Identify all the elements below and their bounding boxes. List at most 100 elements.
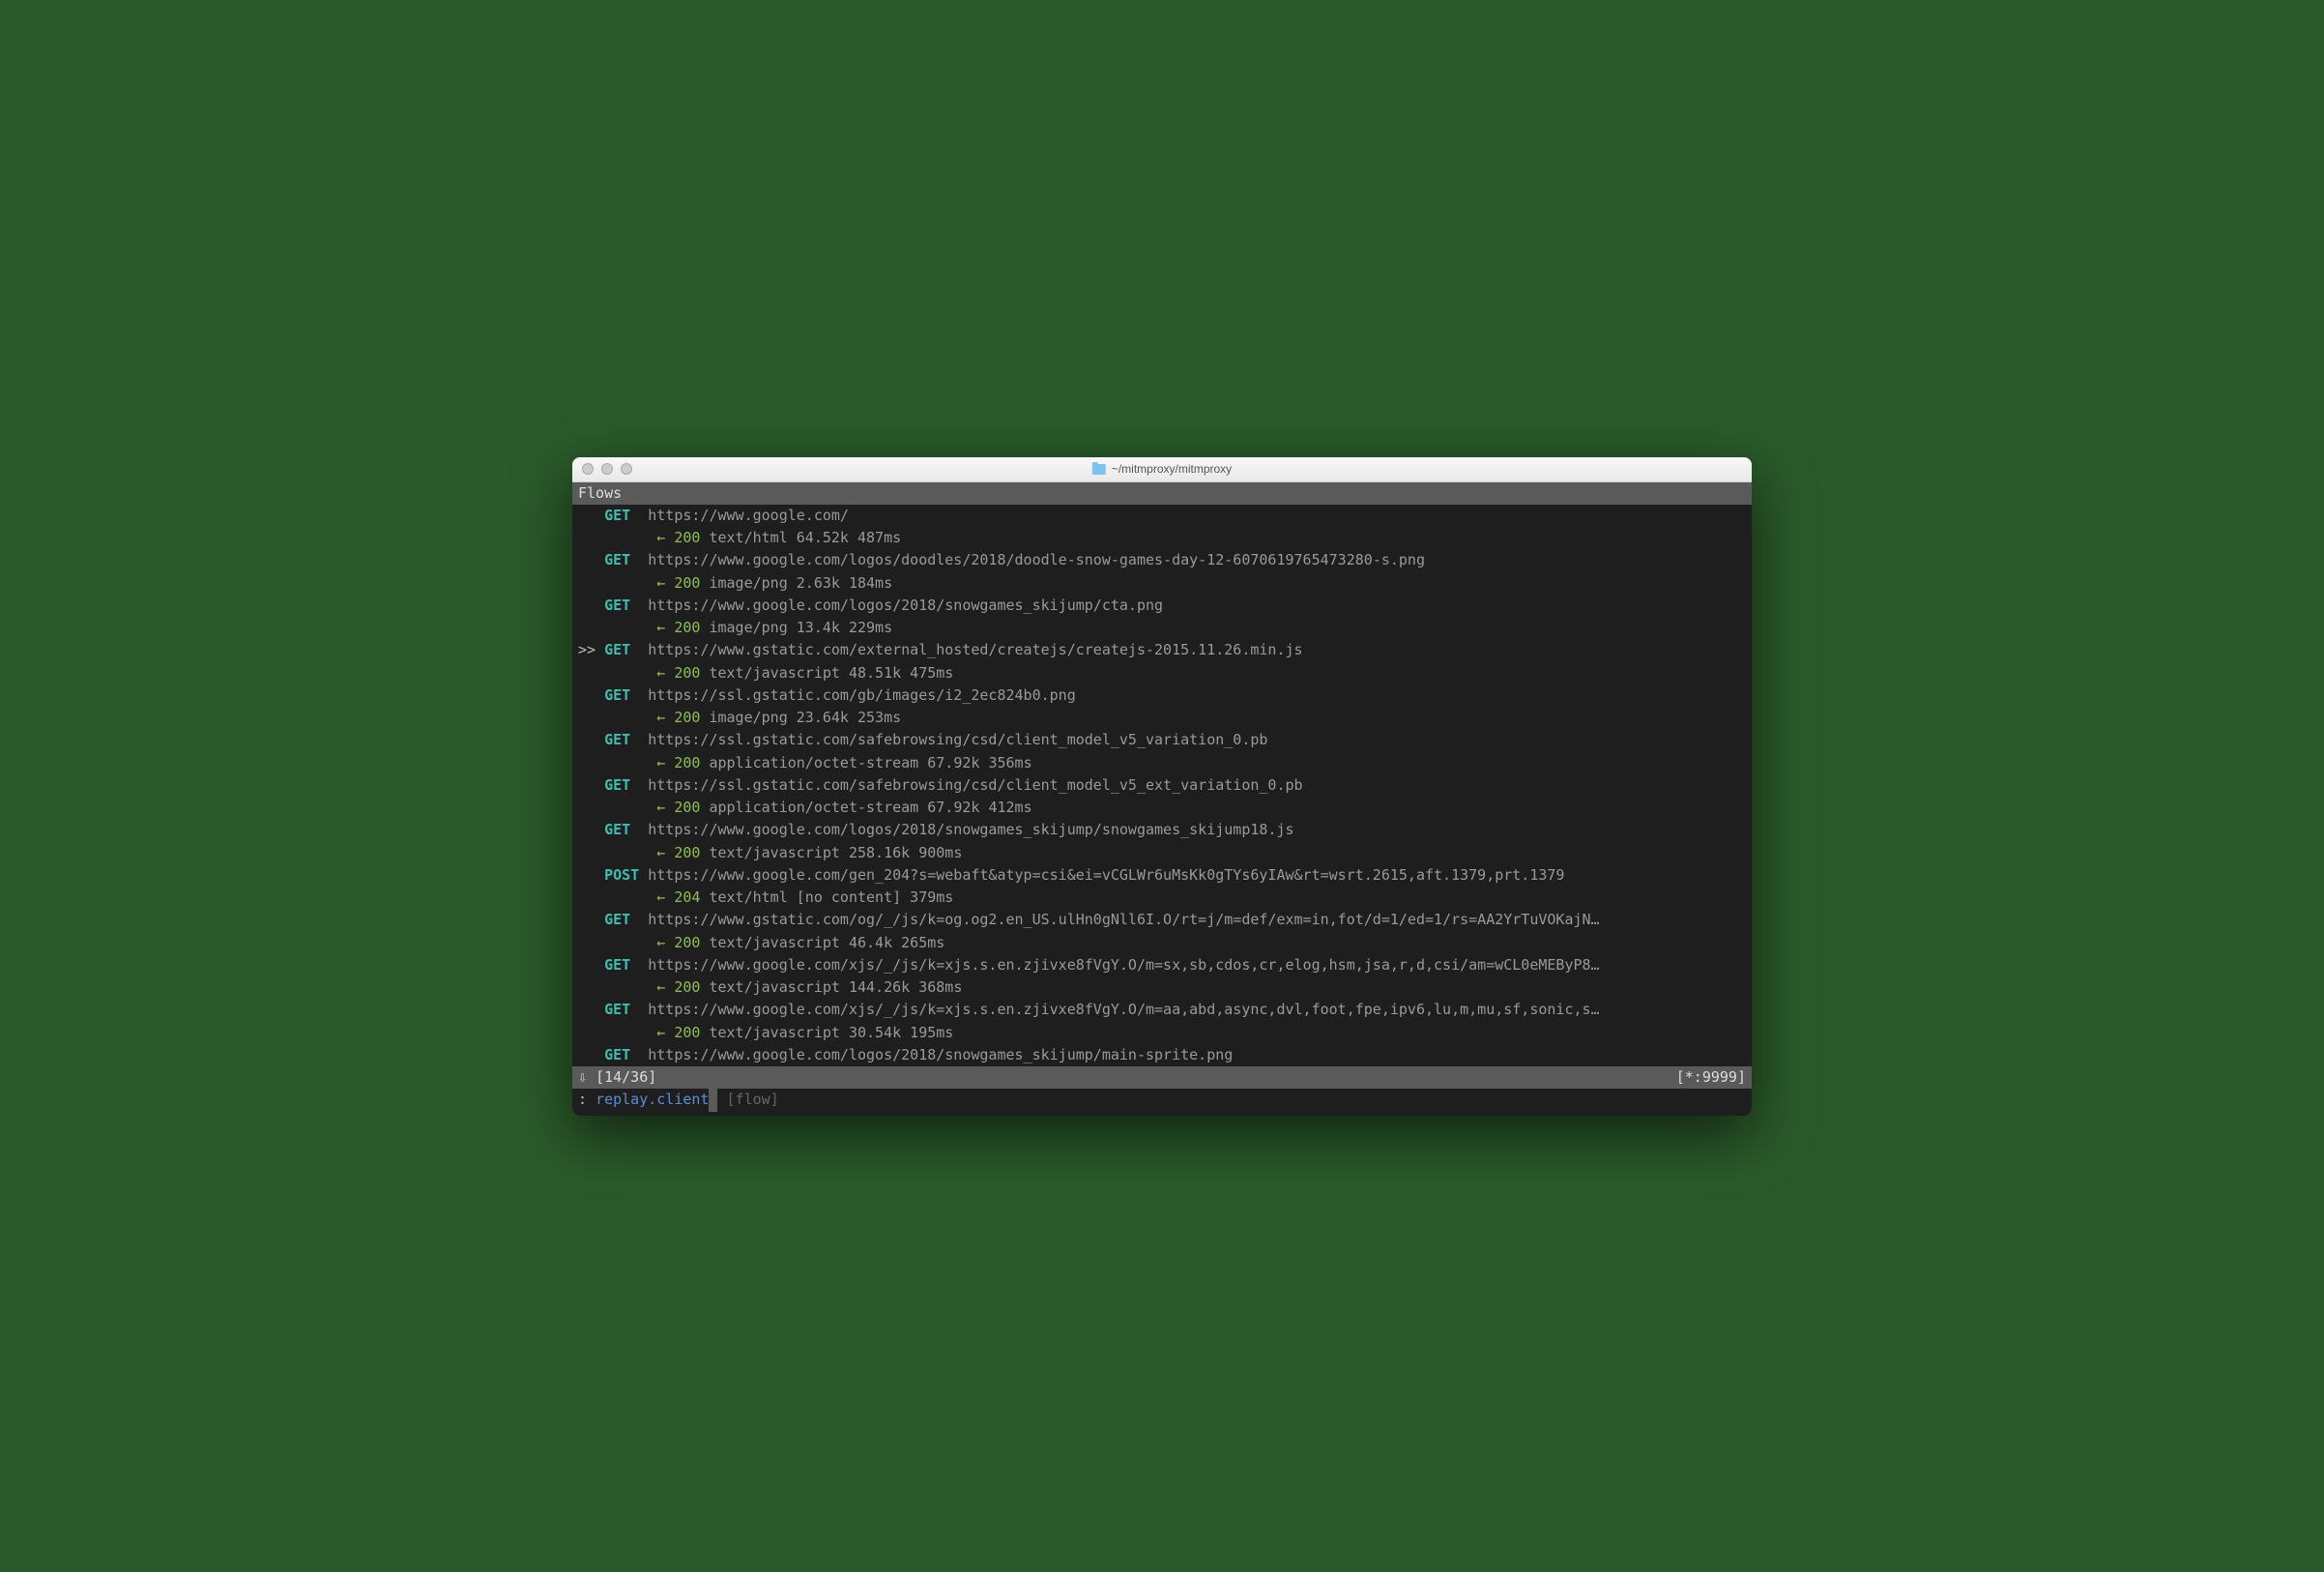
response-time: 900ms <box>918 844 962 861</box>
response-row: ← 200 application/octet-stream 67.92k 41… <box>578 797 1746 819</box>
response-row: ← 200 text/javascript 30.54k 195ms <box>578 1022 1746 1044</box>
flow-row[interactable]: GET https://www.google.com/logos/2018/sn… <box>578 595 1746 617</box>
status-code: 200 <box>674 1024 700 1041</box>
flow-row[interactable]: GET https://www.gstatic.com/og/_/js/k=og… <box>578 909 1746 931</box>
request-url: https://www.google.com/logos/2018/snowga… <box>648 1046 1233 1063</box>
flow-cursor <box>578 595 604 617</box>
content-size: 46.4k <box>849 934 892 951</box>
status-code: 204 <box>674 888 700 906</box>
http-method: GET <box>604 641 639 658</box>
response-time: 184ms <box>849 574 892 592</box>
status-code: 200 <box>674 754 700 771</box>
flow-row[interactable]: GET https://www.google.com/logos/2018/sn… <box>578 819 1746 841</box>
zoom-icon[interactable] <box>621 463 632 475</box>
content-type: text/javascript <box>709 664 839 682</box>
content-type: image/png <box>709 709 787 726</box>
response-row: ← 200 text/javascript 48.51k 475ms <box>578 662 1746 684</box>
status-code: 200 <box>674 934 700 951</box>
content-size: 67.92k <box>927 754 979 771</box>
response-arrow-icon: ← <box>656 529 674 546</box>
flow-list[interactable]: GET https://www.google.com/ ← 200 text/ht… <box>572 505 1752 1066</box>
flow-row[interactable]: >> GET https://www.gstatic.com/external_… <box>578 639 1746 661</box>
request-url: https://www.gstatic.com/og/_/js/k=og.og2… <box>648 911 1599 928</box>
content-size: 64.52k <box>797 529 849 546</box>
content-size: 258.16k <box>849 844 910 861</box>
flow-row[interactable]: POST https://www.google.com/gen_204?s=we… <box>578 864 1746 887</box>
flow-row[interactable]: GET https://ssl.gstatic.com/safebrowsing… <box>578 729 1746 751</box>
http-method: POST <box>604 866 639 884</box>
content-size: 30.54k <box>849 1024 901 1041</box>
flow-row[interactable]: GET https://www.google.com/logos/2018/sn… <box>578 1044 1746 1066</box>
status-left: ⇩ [14/36] <box>578 1066 656 1089</box>
terminal-body[interactable]: Flows GET https://www.google.com/← 200 t… <box>572 482 1752 1116</box>
content-size: [no content] <box>797 888 901 906</box>
traffic-lights <box>582 463 632 475</box>
close-icon[interactable] <box>582 463 594 475</box>
content-size: 2.63k <box>797 574 840 592</box>
content-size: 13.4k <box>797 619 840 636</box>
response-time: 487ms <box>857 529 901 546</box>
flow-cursor <box>578 999 604 1021</box>
response-time: 379ms <box>910 888 953 906</box>
request-url: https://ssl.gstatic.com/safebrowsing/csd… <box>648 731 1267 748</box>
request-url: https://www.google.com/logos/2018/snowga… <box>648 597 1163 614</box>
flow-cursor <box>578 549 604 571</box>
content-size: 23.64k <box>797 709 849 726</box>
response-time: 475ms <box>910 664 953 682</box>
content-size: 67.92k <box>927 799 979 816</box>
status-code: 200 <box>674 844 700 861</box>
http-method: GET <box>604 1046 639 1063</box>
response-arrow-icon: ← <box>656 978 674 996</box>
request-url: https://www.google.com/logos/doodles/201… <box>648 551 1425 568</box>
status-code: 200 <box>674 799 700 816</box>
flow-row[interactable]: GET https://www.google.com/xjs/_/js/k=xj… <box>578 954 1746 976</box>
command-prompt: : <box>578 1091 587 1108</box>
http-method: GET <box>604 821 639 838</box>
flow-cursor <box>578 774 604 797</box>
window-title-text: ~/mitmproxy/mitmproxy <box>1112 462 1232 476</box>
folder-icon <box>1092 464 1106 475</box>
content-type: application/octet-stream <box>709 799 918 816</box>
response-time: 356ms <box>988 754 1031 771</box>
content-type: application/octet-stream <box>709 754 918 771</box>
flow-row[interactable]: GET https://www.google.com/ <box>578 505 1746 527</box>
content-type: image/png <box>709 574 787 592</box>
flow-cursor <box>578 909 604 931</box>
content-type: text/html <box>709 888 787 906</box>
response-arrow-icon: ← <box>656 619 674 636</box>
response-arrow-icon: ← <box>656 1024 674 1041</box>
content-size: 144.26k <box>849 978 910 996</box>
command-text: replay.client <box>596 1091 709 1108</box>
flow-row[interactable]: GET https://ssl.gstatic.com/safebrowsing… <box>578 774 1746 797</box>
flow-row[interactable]: GET https://www.google.com/logos/doodles… <box>578 549 1746 571</box>
flow-row[interactable]: GET https://ssl.gstatic.com/gb/images/i2… <box>578 684 1746 707</box>
flow-cursor <box>578 864 604 887</box>
window-title: ~/mitmproxy/mitmproxy <box>1092 462 1232 476</box>
response-arrow-icon: ← <box>656 844 674 861</box>
request-url: https://www.google.com/ <box>648 507 849 524</box>
command-line[interactable]: : replay.client [flow] <box>572 1089 1752 1115</box>
flow-row[interactable]: GET https://www.google.com/xjs/_/js/k=xj… <box>578 999 1746 1021</box>
titlebar[interactable]: ~/mitmproxy/mitmproxy <box>572 457 1752 482</box>
request-url: https://www.google.com/xjs/_/js/k=xjs.s.… <box>648 1001 1599 1018</box>
status-code: 200 <box>674 709 700 726</box>
status-code: 200 <box>674 574 700 592</box>
command-placeholder: [flow] <box>727 1091 779 1108</box>
http-method: GET <box>604 776 639 794</box>
response-time: 253ms <box>857 709 901 726</box>
response-arrow-icon: ← <box>656 754 674 771</box>
response-time: 195ms <box>910 1024 953 1041</box>
content-size: 48.51k <box>849 664 901 682</box>
status-code: 200 <box>674 529 700 546</box>
http-method: GET <box>604 731 639 748</box>
minimize-icon[interactable] <box>601 463 613 475</box>
flow-cursor <box>578 729 604 751</box>
request-url: https://ssl.gstatic.com/gb/images/i2_2ec… <box>648 686 1076 704</box>
content-type: text/javascript <box>709 978 839 996</box>
response-time: 265ms <box>901 934 944 951</box>
content-type: text/javascript <box>709 1024 839 1041</box>
request-url: https://www.google.com/xjs/_/js/k=xjs.s.… <box>648 956 1599 974</box>
content-type: text/html <box>709 529 787 546</box>
content-type: text/javascript <box>709 844 839 861</box>
request-url: https://www.google.com/logos/2018/snowga… <box>648 821 1293 838</box>
